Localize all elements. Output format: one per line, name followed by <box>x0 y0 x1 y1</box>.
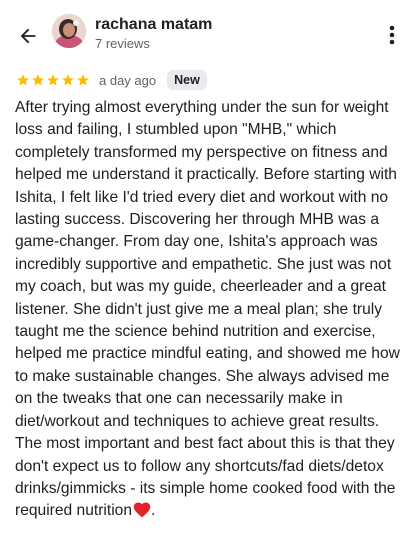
more-vertical-icon <box>389 25 395 45</box>
reviewer-review-count: 7 reviews <box>95 36 150 51</box>
heart-emoji-icon <box>133 502 151 518</box>
review-text-end: . <box>151 502 156 520</box>
review-header: rachana matam 7 reviews <box>0 0 420 68</box>
more-options-button[interactable] <box>378 20 406 50</box>
review-date: a day ago <box>99 72 157 88</box>
star-icon <box>77 74 89 86</box>
review-text: After trying almost everything under the… <box>15 99 400 520</box>
star-icon <box>17 74 29 86</box>
star-rating <box>16 73 90 87</box>
arrow-left-icon <box>20 28 36 44</box>
avatar-image <box>52 14 86 48</box>
back-button[interactable] <box>12 20 44 52</box>
star-icon <box>32 74 44 86</box>
review-meta: a day ago New <box>16 68 207 92</box>
new-badge: New <box>167 70 207 90</box>
star-icon <box>62 74 74 86</box>
review-body: After trying almost everything under the… <box>15 97 407 523</box>
avatar[interactable] <box>52 14 86 48</box>
star-icon <box>47 74 59 86</box>
reviewer-name[interactable]: rachana matam <box>95 16 212 34</box>
